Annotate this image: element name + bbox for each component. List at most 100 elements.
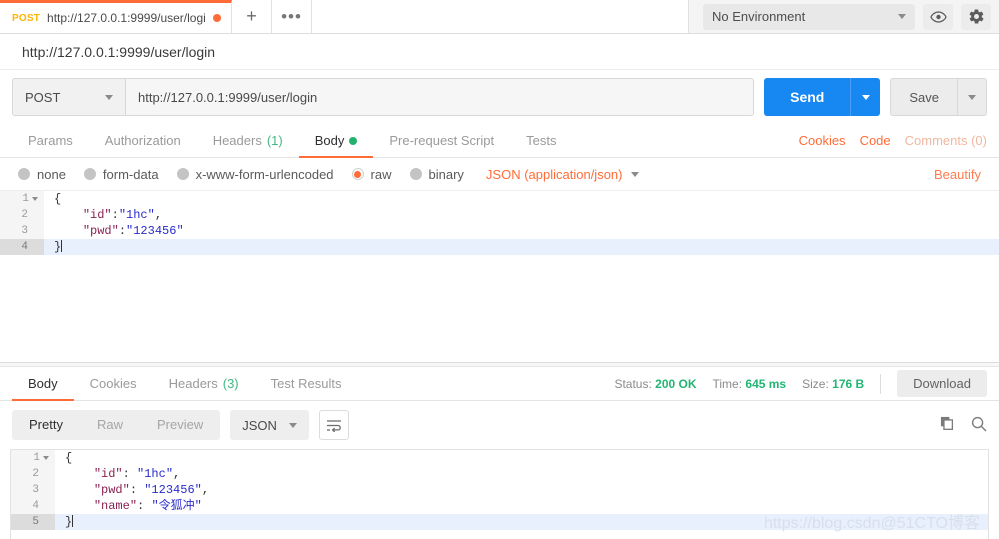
- response-format-select[interactable]: JSON: [230, 410, 309, 440]
- environment-select[interactable]: No Environment: [703, 3, 915, 30]
- request-tab[interactable]: POST http://127.0.0.1:9999/user/logir: [0, 0, 232, 33]
- body-type-form-data-label: form-data: [102, 166, 159, 182]
- environment-settings-button[interactable]: [961, 3, 991, 30]
- code-line: 2 "id": "1hc",: [11, 466, 988, 482]
- url-input[interactable]: http://127.0.0.1:9999/user/login: [125, 78, 755, 116]
- code-colon: :: [118, 224, 127, 238]
- tab-authorization-label: Authorization: [104, 133, 181, 148]
- response-view-mode-group: Pretty Raw Preview: [12, 410, 221, 440]
- radio-selected-icon: [351, 168, 364, 180]
- code-colon: :: [111, 208, 119, 222]
- view-mode-raw[interactable]: Raw: [80, 410, 140, 440]
- code-line: 3 "pwd":"123456": [0, 223, 999, 239]
- gear-icon: [969, 9, 983, 24]
- environment-select-value: No Environment: [712, 9, 806, 24]
- content-type-select[interactable]: JSON (application/json): [486, 167, 640, 182]
- line-gutter: 2: [0, 207, 44, 223]
- size-label: Size:: [802, 376, 829, 391]
- response-body-viewer[interactable]: 1 { 2 "id": "1hc", 3 "pwd": "123456", 4 …: [10, 449, 989, 539]
- comments-link[interactable]: Comments (0): [905, 133, 987, 148]
- body-type-none[interactable]: none: [18, 167, 66, 182]
- response-meta: Status: 200 OK Time: 645 ms Size: 176 B …: [614, 367, 987, 400]
- word-wrap-button[interactable]: [318, 410, 349, 440]
- line-number: 2: [21, 209, 28, 221]
- tab-strip-spacer: [312, 0, 689, 33]
- copy-button[interactable]: [940, 416, 955, 434]
- body-type-urlencoded[interactable]: x-www-form-urlencoded: [176, 167, 334, 182]
- code-text: {: [55, 450, 72, 466]
- code-key: "id": [93, 467, 123, 481]
- save-button-group: Save: [890, 78, 987, 116]
- tab-headers[interactable]: Headers (1): [197, 125, 299, 158]
- status-group: Status: 200 OK: [614, 377, 696, 391]
- new-tab-button[interactable]: +: [232, 0, 272, 33]
- response-tab-headers-count: (3): [222, 376, 239, 391]
- search-icon: [971, 416, 987, 431]
- code-text: "name": "令狐冲": [55, 498, 202, 514]
- body-type-row: none form-data x-www-form-urlencoded raw…: [0, 158, 999, 190]
- download-button[interactable]: Download: [897, 370, 987, 397]
- response-tab-test-results[interactable]: Test Results: [255, 368, 358, 401]
- search-button[interactable]: [971, 416, 987, 435]
- response-tab-cookies[interactable]: Cookies: [74, 368, 153, 401]
- save-options-button[interactable]: [957, 78, 987, 116]
- environment-quick-look-button[interactable]: [923, 3, 953, 30]
- send-button[interactable]: Send: [764, 78, 851, 116]
- code-key: "pwd": [82, 224, 119, 238]
- tab-body[interactable]: Body: [298, 125, 374, 158]
- request-tab-url: http://127.0.0.1:9999/user/logir: [47, 11, 206, 25]
- text-cursor: [61, 240, 63, 252]
- more-horizontal-icon: •••: [281, 6, 302, 26]
- response-pane: Body Cookies Headers (3) Test Results St…: [0, 367, 999, 539]
- body-type-binary-label: binary: [428, 166, 464, 182]
- tab-authorization[interactable]: Authorization: [89, 125, 197, 158]
- line-gutter: 1: [11, 450, 55, 466]
- view-mode-preview[interactable]: Preview: [140, 410, 220, 440]
- send-options-button[interactable]: [850, 78, 881, 116]
- plus-icon: +: [246, 6, 257, 26]
- response-toolbar: Pretty Raw Preview JSON: [0, 401, 999, 449]
- fold-toggle-icon[interactable]: [43, 456, 49, 460]
- cookies-link[interactable]: Cookies: [799, 133, 846, 148]
- tab-options-button[interactable]: •••: [272, 0, 312, 33]
- code-link[interactable]: Code: [860, 133, 891, 148]
- code-text: }: [55, 514, 74, 530]
- line-gutter: 4: [0, 239, 44, 255]
- radio-icon: [176, 168, 189, 180]
- body-type-raw[interactable]: raw: [351, 167, 392, 182]
- code-line: 2 "id":"1hc",: [0, 207, 999, 223]
- tab-pre-request-script[interactable]: Pre-request Script: [373, 125, 510, 158]
- time-label: Time:: [712, 376, 743, 391]
- tab-tests[interactable]: Tests: [510, 125, 572, 158]
- line-number: 1: [22, 193, 29, 205]
- time-group: Time: 645 ms: [713, 377, 787, 391]
- tab-params[interactable]: Params: [12, 125, 89, 158]
- save-button[interactable]: Save: [890, 78, 957, 116]
- text-cursor: [72, 515, 74, 527]
- code-value: "123456": [144, 483, 202, 497]
- code-text: }: [44, 239, 63, 255]
- fold-toggle-icon[interactable]: [32, 197, 38, 201]
- response-tab-cookies-label: Cookies: [89, 376, 137, 391]
- line-number: 1: [33, 452, 40, 464]
- beautify-link[interactable]: Beautify: [934, 167, 981, 182]
- code-key: "id": [82, 208, 112, 222]
- body-type-form-data[interactable]: form-data: [83, 166, 159, 182]
- method-select[interactable]: POST: [12, 78, 125, 116]
- response-tab-body[interactable]: Body: [12, 368, 74, 401]
- code-punct: {: [65, 451, 73, 465]
- body-type-binary[interactable]: binary: [409, 166, 464, 182]
- request-body-editor[interactable]: 1 { 2 "id":"1hc", 3 "pwd":"123456" 4}: [0, 190, 999, 362]
- postman-window: POST http://127.0.0.1:9999/user/logir + …: [0, 0, 999, 539]
- response-tab-headers-label: Headers: [168, 376, 218, 391]
- line-gutter: 4: [11, 498, 55, 514]
- chevron-down-icon: [288, 422, 297, 428]
- view-mode-pretty[interactable]: Pretty: [12, 410, 80, 440]
- chevron-down-icon: [105, 94, 113, 100]
- status-value: 200 OK: [655, 376, 697, 391]
- code-text: "pwd": "123456",: [55, 482, 209, 498]
- body-present-icon: [349, 136, 358, 145]
- request-links: Cookies Code Comments (0): [799, 124, 987, 157]
- response-tab-headers[interactable]: Headers (3): [153, 368, 255, 401]
- eye-icon: [929, 10, 947, 23]
